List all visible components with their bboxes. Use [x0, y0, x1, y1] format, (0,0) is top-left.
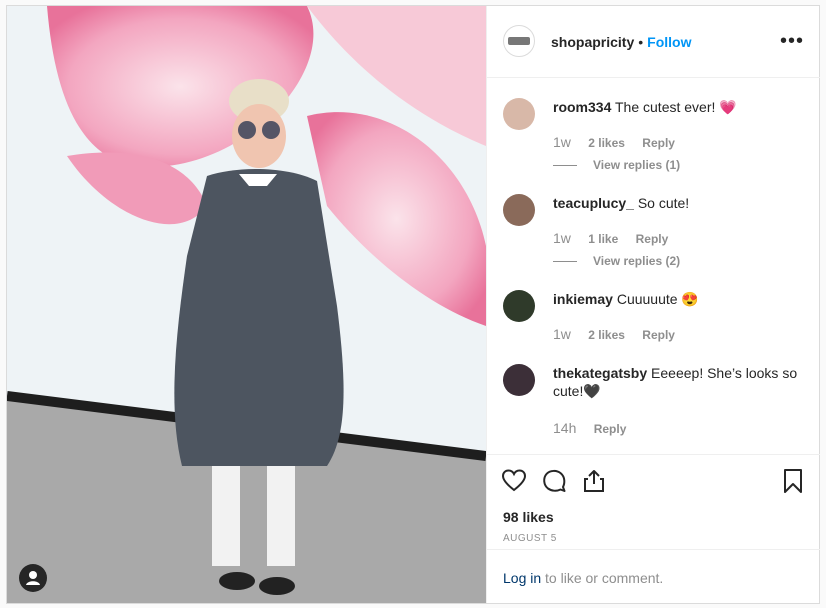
- comment-body: room334 The cutest ever! 💗: [553, 98, 804, 116]
- view-replies-label: View replies (2): [593, 254, 681, 268]
- reply-button[interactable]: Reply: [642, 136, 675, 150]
- comment-likes[interactable]: 2 likes: [588, 136, 625, 150]
- post-card: shopapricity • Follow ••• room334 The cute…: [6, 5, 820, 604]
- post-date[interactable]: AUGUST 5: [503, 533, 557, 544]
- login-link[interactable]: Log in: [503, 570, 541, 586]
- reply-button[interactable]: Reply: [642, 328, 675, 342]
- replies-line: [553, 165, 577, 167]
- author-avatar[interactable]: [503, 25, 535, 57]
- comment-body: inkiemay Cuuuuute 😍: [553, 290, 804, 308]
- comment-text: Cuuuuute 😍: [616, 291, 699, 307]
- action-bar: 98 likes AUGUST 5: [487, 454, 820, 550]
- heart-icon[interactable]: [501, 468, 527, 494]
- comment-time[interactable]: 14h: [553, 420, 576, 436]
- comment-meta: 1w 1 like Reply: [553, 230, 682, 246]
- share-icon[interactable]: [581, 468, 607, 494]
- comment-username[interactable]: inkiemay: [553, 291, 613, 307]
- comment-item: inkiemay Cuuuuute 😍 1w 2 likes Reply: [503, 290, 804, 346]
- commenter-avatar[interactable]: [503, 98, 535, 130]
- comment-item: teacuplucy_ So cute! 1w 1 like Reply Vie…: [503, 194, 804, 274]
- comment-time[interactable]: 1w: [553, 326, 571, 342]
- comment-likes[interactable]: 1 like: [588, 232, 618, 246]
- commenter-avatar[interactable]: [503, 290, 535, 322]
- comments-list: room334 The cutest ever! 💗 1w 2 likes Re…: [487, 78, 820, 454]
- follow-button[interactable]: Follow: [647, 34, 691, 50]
- view-replies-button[interactable]: View replies (2): [553, 254, 680, 268]
- comment-time[interactable]: 1w: [553, 230, 571, 246]
- comment-meta: 14h Reply: [553, 420, 640, 436]
- post-header: shopapricity • Follow •••: [487, 6, 820, 78]
- view-replies-label: View replies (1): [593, 158, 681, 172]
- comment-meta: 1w 2 likes Reply: [553, 134, 689, 150]
- likes-count[interactable]: 98 likes: [503, 509, 554, 525]
- comment-time[interactable]: 1w: [553, 134, 571, 150]
- comment-item: room334 The cutest ever! 💗 1w 2 likes Re…: [503, 98, 804, 178]
- commenter-avatar[interactable]: [503, 194, 535, 226]
- post-photo[interactable]: [7, 6, 486, 603]
- comment-meta: 1w 2 likes Reply: [553, 326, 689, 342]
- comment-icon[interactable]: [541, 468, 567, 494]
- comment-body: thekategatsby Eeeeep! She’s looks so cut…: [553, 364, 804, 400]
- user-tag-icon[interactable]: [19, 564, 47, 592]
- bookmark-icon[interactable]: [780, 468, 806, 494]
- author-username[interactable]: shopapricity: [551, 34, 634, 50]
- comment-text: The cutest ever! 💗: [615, 99, 737, 115]
- comment-likes[interactable]: 2 likes: [588, 328, 625, 342]
- comment-text: So cute!: [637, 195, 690, 211]
- more-options-icon[interactable]: •••: [780, 30, 804, 53]
- login-prompt: Log in to like or comment.: [487, 549, 820, 604]
- comment-username[interactable]: room334: [553, 99, 611, 115]
- reply-button[interactable]: Reply: [594, 422, 627, 436]
- post-side-panel: shopapricity • Follow ••• room334 The cute…: [486, 6, 820, 603]
- comment-item: thekategatsby Eeeeep! She’s looks so cut…: [503, 364, 804, 444]
- replies-line: [553, 261, 577, 263]
- login-prompt-text: to like or comment.: [541, 570, 664, 586]
- comment-username[interactable]: teacuplucy_: [553, 195, 634, 211]
- commenter-avatar[interactable]: [503, 364, 535, 396]
- view-replies-button[interactable]: View replies (1): [553, 158, 680, 172]
- user-tag-glyph: [26, 571, 40, 585]
- photo-illustration: [7, 6, 486, 603]
- reply-button[interactable]: Reply: [636, 232, 669, 246]
- separator-dot: •: [638, 34, 644, 50]
- comment-username[interactable]: thekategatsby: [553, 365, 647, 381]
- comment-body: teacuplucy_ So cute!: [553, 194, 804, 212]
